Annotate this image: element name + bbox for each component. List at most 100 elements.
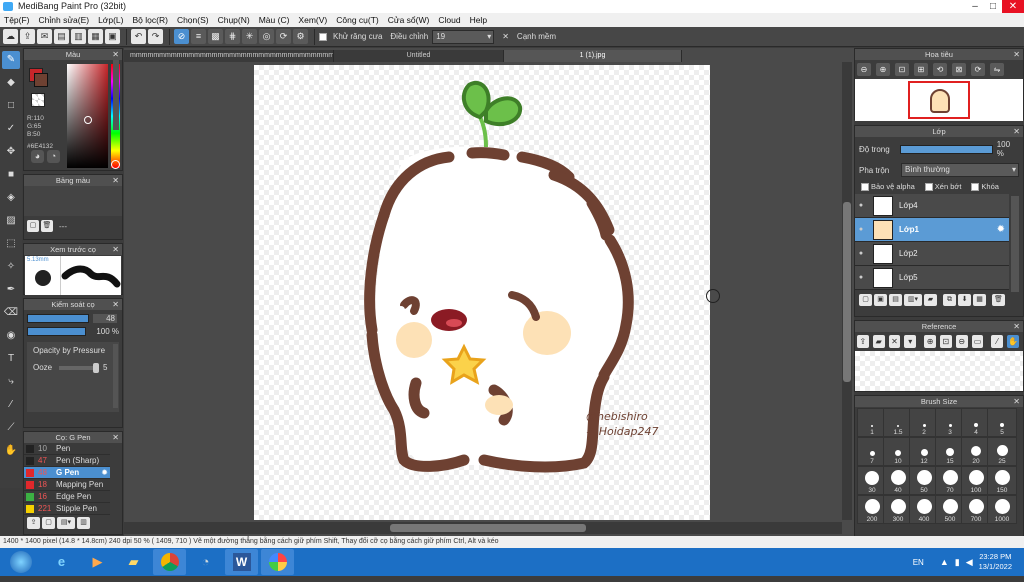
clock-time[interactable]: 23:28 PM: [979, 552, 1012, 562]
new-1bit-layer-icon[interactable]: ▤: [889, 294, 902, 306]
menu-window[interactable]: Cửa sổ(W): [388, 15, 430, 25]
reference-view[interactable]: [855, 351, 1023, 391]
menu-cloud[interactable]: Cloud: [438, 15, 460, 25]
curve-snap-icon[interactable]: ⟳: [276, 29, 291, 44]
menu-edit[interactable]: Chỉnh sửa(E): [39, 15, 90, 25]
close-reference-icon[interactable]: ✕: [888, 335, 901, 348]
clock-date[interactable]: 13/1/2022: [979, 562, 1012, 572]
divide-tool-icon[interactable]: ◉: [2, 327, 20, 345]
minimize-icon[interactable]: –: [966, 0, 984, 13]
close-icon[interactable]: ✕: [112, 175, 119, 186]
navigator-preview[interactable]: [855, 79, 1023, 121]
reference-options-icon[interactable]: ▾: [904, 335, 917, 348]
reference-reset-icon[interactable]: ▭: [971, 335, 984, 348]
close-icon[interactable]: ✕: [112, 49, 119, 60]
horizontal-scroll-thumb[interactable]: [390, 524, 586, 532]
color-picker-cursor[interactable]: [84, 116, 92, 124]
smooth-icon[interactable]: ✕: [502, 32, 509, 41]
new-layer-icon[interactable]: ▢: [859, 294, 872, 306]
layer-row-active[interactable]: ● Lớp1 ✹: [855, 218, 1009, 242]
cloud-brush-icon[interactable]: ⇪: [27, 517, 40, 529]
brush-tool-icon[interactable]: ✎: [2, 51, 20, 69]
magic-wand-icon[interactable]: ✧: [2, 258, 20, 276]
redo-icon[interactable]: ↷: [148, 29, 163, 44]
undo-icon[interactable]: ↶: [131, 29, 146, 44]
new-file-icon[interactable]: ▤: [54, 29, 69, 44]
select-tool-icon[interactable]: ⬚: [2, 235, 20, 253]
layer-opacity-slider[interactable]: [900, 144, 993, 154]
layer-row[interactable]: ● Lớp2: [855, 242, 1009, 266]
lasso-tool-icon[interactable]: ✓: [2, 120, 20, 138]
visibility-icon[interactable]: ●: [855, 202, 867, 209]
brush-doc-icon[interactable]: ▥: [77, 517, 90, 529]
open-reference-icon[interactable]: ▰: [872, 335, 885, 348]
color-swap-icon[interactable]: ◔: [47, 150, 60, 163]
ie-icon[interactable]: e: [45, 549, 78, 575]
dot-tool-icon[interactable]: □: [2, 97, 20, 115]
new-halftone-layer-icon[interactable]: ▣: [874, 294, 887, 306]
blend-mode-select[interactable]: Bình thường ▾: [901, 163, 1019, 177]
layer-list-scrollbar[interactable]: [1011, 196, 1019, 292]
brush-item[interactable]: 18 Mapping Pen: [24, 479, 110, 491]
select-pen-icon[interactable]: ✒: [2, 281, 20, 299]
brush-size-option[interactable]: 150: [987, 466, 1017, 495]
flip-icon[interactable]: ⇋: [990, 63, 1004, 76]
close-icon[interactable]: ✕: [1013, 396, 1020, 407]
brush-control-scrollbar[interactable]: [113, 344, 118, 408]
tab-document-3[interactable]: 1 (1).jpg: [504, 50, 682, 62]
ooze-handle[interactable]: [93, 362, 99, 373]
network-icon[interactable]: ▮: [955, 557, 960, 568]
close-icon[interactable]: ✕: [112, 432, 119, 443]
vanishing-point-icon[interactable]: ⋕: [225, 29, 240, 44]
crisscross-snap-icon[interactable]: ▩: [208, 29, 223, 44]
brush-size-option[interactable]: 1000: [987, 495, 1017, 524]
settings-icon[interactable]: ⚙: [293, 29, 308, 44]
reference-fit-icon[interactable]: ⊡: [939, 335, 952, 348]
brush-item[interactable]: 16 Edge Pen: [24, 491, 110, 503]
menu-capture[interactable]: Chụp(N): [218, 15, 250, 25]
medibang-icon[interactable]: [261, 549, 294, 575]
gradient-tool-icon[interactable]: ▨: [2, 212, 20, 230]
brush-list-scrollbar[interactable]: [113, 60, 119, 130]
protect-alpha-checkbox[interactable]: [861, 182, 869, 191]
reference-hand-icon[interactable]: ✋: [1007, 335, 1019, 348]
actual-size-icon[interactable]: ⊞: [914, 63, 928, 76]
comment-icon[interactable]: ✉: [37, 29, 52, 44]
brush-menu-icon[interactable]: ▤▾: [57, 517, 75, 529]
clipping-checkbox[interactable]: [924, 182, 933, 191]
opacity-by-pressure-label[interactable]: Opacity by Pressure: [33, 346, 113, 355]
add-brush-icon[interactable]: ▢: [42, 517, 55, 529]
layer-settings-icon[interactable]: ✹: [997, 224, 1005, 235]
select-eraser-icon[interactable]: ⌫: [2, 304, 20, 322]
duplicate-layer-icon[interactable]: ⧉: [943, 294, 956, 306]
brush-size-slider[interactable]: [27, 314, 89, 323]
maximize-icon[interactable]: □: [984, 0, 1002, 13]
text-tool-icon[interactable]: T: [2, 350, 20, 368]
eyedropper-tool-icon[interactable]: ⁄: [2, 396, 20, 414]
hue-cursor[interactable]: [111, 160, 120, 169]
layer-menu-icon[interactable]: ▥▾: [904, 294, 922, 306]
language-indicator[interactable]: EN: [913, 558, 924, 567]
rotate-right-icon[interactable]: ⟳: [971, 63, 985, 76]
visibility-icon[interactable]: ●: [855, 274, 867, 281]
adjust-select[interactable]: 19 ▾: [432, 29, 495, 44]
brush-item[interactable]: 47 Pen (Sharp): [24, 455, 110, 467]
merge-layer-icon[interactable]: ⬇: [958, 294, 971, 306]
pen-tool-icon[interactable]: ⟋: [2, 419, 20, 437]
brush-item[interactable]: 10 Pen: [24, 443, 110, 455]
reference-eyedropper-icon[interactable]: ⁄: [991, 335, 1004, 348]
radial-snap-icon[interactable]: ✳: [242, 29, 257, 44]
brush-size-value[interactable]: 48: [93, 314, 117, 323]
close-icon[interactable]: ✕: [1013, 321, 1020, 332]
zoom-in-icon[interactable]: ⊕: [876, 63, 890, 76]
visibility-icon[interactable]: ●: [855, 250, 867, 257]
word-icon[interactable]: W: [225, 549, 258, 575]
fit-view-icon[interactable]: ⊡: [895, 63, 909, 76]
brush-item-active[interactable]: 48 G Pen ✹: [24, 467, 110, 479]
move-tool-icon[interactable]: ✥: [2, 143, 20, 161]
lock-checkbox[interactable]: [971, 182, 980, 191]
vertical-scroll-thumb[interactable]: [843, 202, 851, 382]
tab-document-2[interactable]: Untitled: [334, 50, 504, 62]
close-icon[interactable]: ✕: [1013, 126, 1020, 137]
upload-icon[interactable]: ⇪: [20, 29, 35, 44]
